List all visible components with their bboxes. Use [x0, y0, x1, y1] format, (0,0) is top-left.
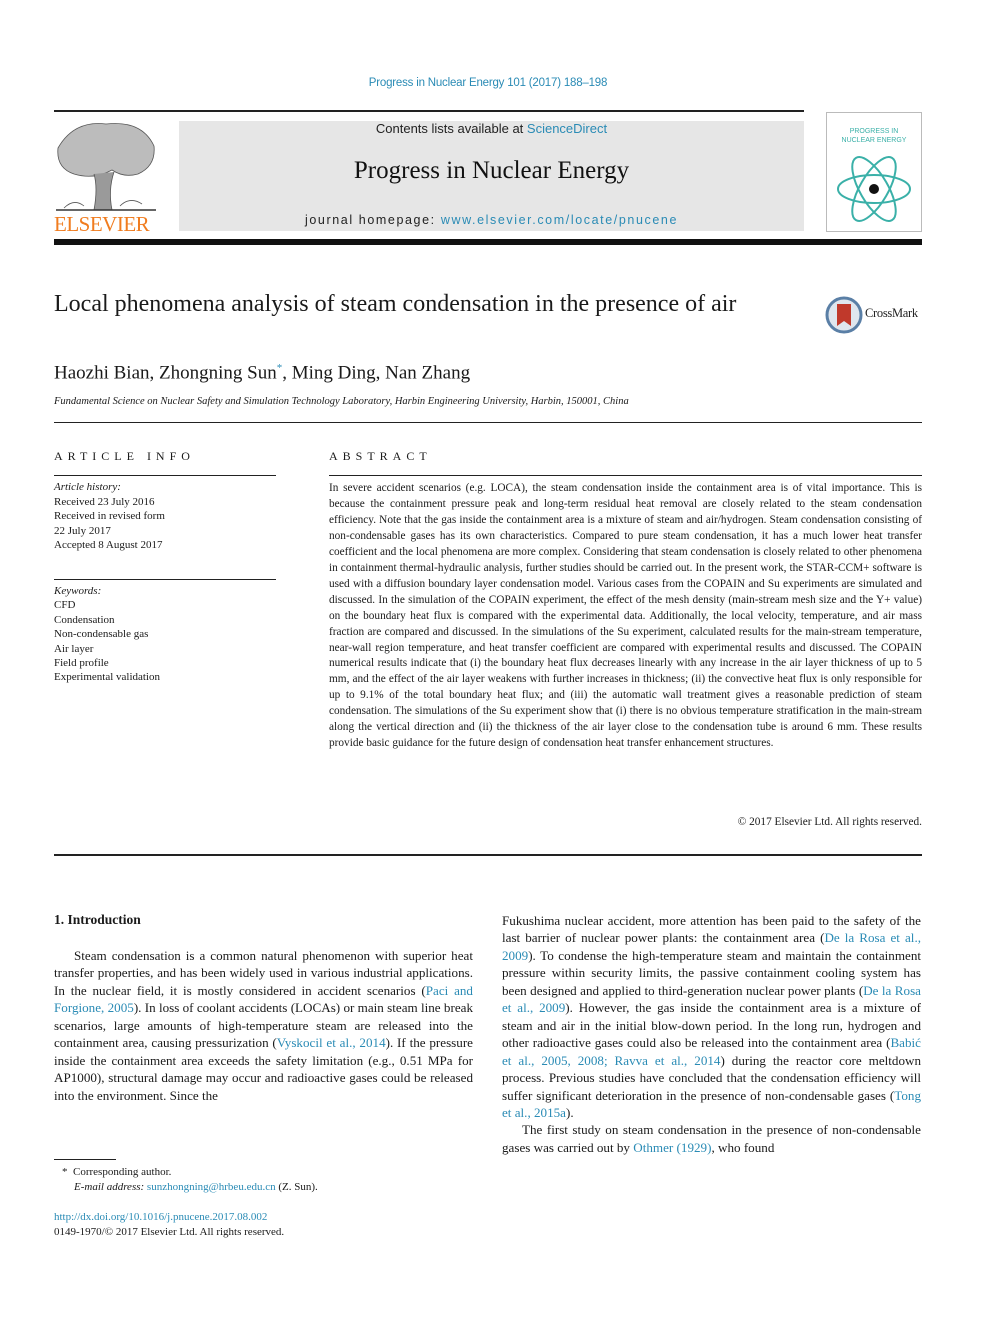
doi-link[interactable]: http://dx.doi.org/10.1016/j.pnucene.2017… [54, 1211, 267, 1223]
article-info-heading: ARTICLE INFO [54, 449, 195, 463]
authors-first: Haozhi Bian, Zhongning Sun [54, 362, 277, 384]
body-column-right: Fukushima nuclear accident, more attenti… [502, 912, 921, 1156]
issn-copyright: 0149-1970/© 2017 Elsevier Ltd. All right… [54, 1226, 285, 1238]
divider [54, 422, 922, 423]
keywords: Keywords: CFD Condensation Non-condensab… [54, 584, 160, 685]
citation-link[interactable]: Othmer (1929) [633, 1140, 711, 1155]
crossmark-label: CrossMark [865, 306, 918, 320]
abstract-heading: ABSTRACT [329, 449, 432, 463]
history-label: Article history: [54, 481, 121, 493]
crossmark-button[interactable]: CrossMark [825, 296, 925, 336]
doi-block: http://dx.doi.org/10.1016/j.pnucene.2017… [54, 1210, 284, 1240]
paragraph: Steam condensation is a common natural p… [54, 948, 473, 1103]
journal-homepage-link[interactable]: www.elsevier.com/locate/pnucene [441, 213, 678, 227]
divider [54, 854, 922, 856]
email-suffix: (Z. Sun). [278, 1181, 318, 1193]
corresponding-author-note: Corresponding author. [73, 1166, 172, 1178]
footnote: * Corresponding author. E-mail address: … [62, 1165, 318, 1195]
keyword: Condensation [54, 613, 115, 626]
article-history: Article history: Received 23 July 2016 R… [54, 480, 165, 553]
abstract-copyright: © 2017 Elsevier Ltd. All rights reserved… [737, 816, 922, 828]
affiliation: Fundamental Science on Nuclear Safety an… [54, 396, 629, 407]
keyword: Field profile [54, 657, 109, 670]
homepage-prefix: journal homepage: [304, 213, 441, 227]
author-list: Haozhi Bian, Zhongning Sun*, Ming Ding, … [54, 362, 470, 384]
header-rule [54, 110, 804, 112]
citation-link[interactable]: Vyskocil et al., 2014 [277, 1035, 386, 1050]
history-item: Accepted 8 August 2017 [54, 539, 163, 551]
cover-title-line1: PROGRESS IN [849, 128, 899, 135]
history-item: Received in revised form [54, 510, 165, 522]
divider [54, 475, 276, 476]
header-thick-rule [54, 239, 922, 245]
elsevier-wordmark: ELSEVIER [54, 212, 150, 236]
citation-link[interactable]: De la Rosa et al., 2009 [502, 983, 921, 1015]
sciencedirect-link[interactable]: ScienceDirect [527, 121, 607, 136]
footnote-rule [54, 1159, 116, 1160]
history-item: Received 23 July 2016 [54, 495, 155, 508]
abstract-text: In severe accident scenarios (e.g. LOCA)… [329, 482, 922, 750]
divider [329, 475, 922, 476]
cover-title: PROGRESS IN NUCLEAR ENERGY [827, 127, 921, 145]
keyword: Non-condensable gas [54, 628, 149, 641]
divider [54, 579, 276, 580]
journal-citation-link[interactable]: Progress in Nuclear Energy 101 (2017) 18… [0, 77, 976, 89]
atom-icon [837, 156, 911, 222]
footnote-mark: * [62, 1166, 68, 1178]
contents-line: Contents lists available at ScienceDirec… [179, 121, 804, 136]
citation-link[interactable]: Babić et al., 2005, 2008; Ravva et al., … [502, 1035, 921, 1067]
citation-link[interactable]: De la Rosa et al., 2009 [502, 930, 921, 962]
crossmark-icon [825, 296, 863, 334]
keyword: CFD [54, 599, 76, 612]
cover-title-line2: NUCLEAR ENERGY [841, 137, 907, 144]
contents-prefix: Contents lists available at [375, 121, 527, 136]
email-link[interactable]: sunzhongning@hrbeu.edu.cn [147, 1181, 276, 1193]
paragraph: Fukushima nuclear accident, more attenti… [502, 913, 921, 1120]
body-column-left: Steam condensation is a common natural p… [54, 947, 473, 1104]
article-title: Local phenomena analysis of steam conden… [54, 291, 737, 317]
paragraph: The first study on steam condensation in… [502, 1122, 921, 1155]
history-item: 22 July 2017 [54, 524, 111, 537]
keywords-label: Keywords: [54, 585, 102, 597]
keyword: Experimental validation [54, 671, 160, 684]
keyword: Air layer [54, 642, 94, 655]
journal-title: Progress in Nuclear Energy [353, 157, 630, 184]
journal-cover-thumbnail[interactable]: PROGRESS IN NUCLEAR ENERGY [826, 112, 922, 232]
section-heading-introduction: 1. Introduction [54, 912, 141, 927]
authors-rest: , Ming Ding, Nan Zhang [282, 362, 471, 384]
citation-link[interactable]: Paci and Forgione, 2005 [54, 983, 473, 1015]
homepage-line: journal homepage: www.elsevier.com/locat… [179, 213, 804, 227]
citation-link[interactable]: Tong et al., 2015a [502, 1088, 921, 1120]
email-label: E-mail address: [74, 1181, 145, 1193]
